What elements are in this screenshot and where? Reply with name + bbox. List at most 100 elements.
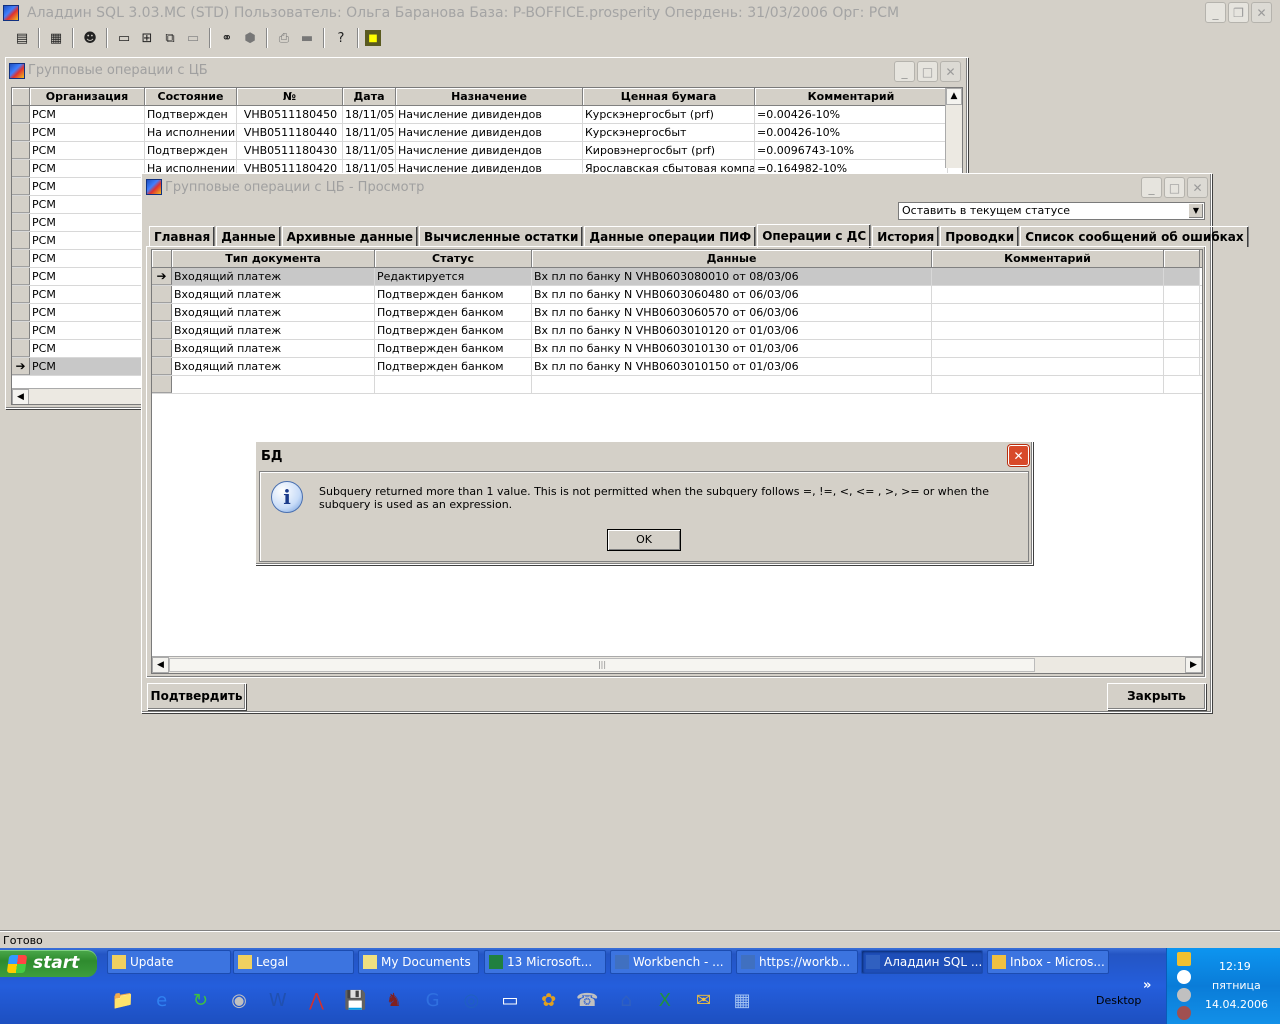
row-indicator[interactable] xyxy=(12,160,30,177)
row-indicator[interactable] xyxy=(12,250,30,267)
network-icon[interactable] xyxy=(1177,988,1191,1002)
table-row[interactable]: Входящий платеж Подтвержден банком Вх пл п… xyxy=(152,358,1202,376)
app-minimize-button[interactable]: _ xyxy=(1205,2,1226,23)
tab-6[interactable]: История xyxy=(872,226,940,247)
table-row[interactable]: РСМ На исполнении VHB0511180440 18/11/05 Нач… xyxy=(12,124,962,142)
confirm-button[interactable]: Подтвердить xyxy=(147,683,246,710)
tile-icon[interactable]: ⊞ xyxy=(137,28,157,48)
row-indicator[interactable] xyxy=(152,286,172,303)
binoculars-icon[interactable]: ⚭ xyxy=(217,28,237,48)
row-indicator[interactable] xyxy=(12,286,30,303)
clock-icon[interactable] xyxy=(1177,952,1191,966)
start-button[interactable]: start xyxy=(0,950,97,977)
excel-icon[interactable]: X xyxy=(650,984,680,1016)
scroll-up-icon[interactable]: ▲ xyxy=(946,88,962,105)
status-select[interactable]: Оставить в текущем статусе ▼ xyxy=(898,202,1205,220)
scroll-left-icon[interactable]: ◀ xyxy=(152,657,169,673)
row-indicator[interactable] xyxy=(12,196,30,213)
column-header[interactable]: Комментарий xyxy=(755,88,948,105)
row-indicator[interactable] xyxy=(152,376,172,393)
row-indicator[interactable] xyxy=(12,322,30,339)
dialog-close-icon[interactable]: ✕ xyxy=(1008,445,1029,466)
row-indicator[interactable] xyxy=(152,358,172,375)
user-search-icon[interactable]: ☻ xyxy=(80,28,100,48)
empty-row[interactable] xyxy=(152,376,1202,394)
column-header[interactable]: Назначение xyxy=(396,88,583,105)
taskbar-task-7[interactable]: Inbox - Micros... xyxy=(987,950,1109,974)
taskbar-task-2[interactable]: My Documents xyxy=(358,950,479,974)
column-header[interactable]: Дата xyxy=(343,88,396,105)
column-header[interactable]: Комментарий xyxy=(932,250,1164,267)
cascade-icon[interactable]: ⧉ xyxy=(160,28,180,48)
column-header[interactable]: Данные xyxy=(532,250,932,267)
taskbar-task-0[interactable]: Update xyxy=(107,950,231,974)
tab-0[interactable]: Главная xyxy=(149,226,216,247)
column-header[interactable]: № xyxy=(237,88,343,105)
table-row[interactable]: РСМ Подтвержден VHB0511180430 18/11/05 Начис… xyxy=(12,142,962,160)
taskbar-task-5[interactable]: https://workb... xyxy=(736,950,858,974)
outlook-icon[interactable]: ✉ xyxy=(689,984,719,1016)
table-row[interactable]: Входящий платеж Подтвержден банком Вх пл п… xyxy=(152,322,1202,340)
row-indicator[interactable] xyxy=(12,106,30,123)
chevron-right-icon[interactable]: » xyxy=(1143,978,1151,993)
app-icon[interactable]: G xyxy=(418,984,448,1016)
bg-vscroll[interactable]: ▲ xyxy=(945,88,962,168)
globe-icon[interactable]: ✿ xyxy=(534,984,564,1016)
floppy-icon[interactable]: 💾 xyxy=(340,984,370,1016)
scroll-left-icon[interactable]: ◀ xyxy=(12,389,29,404)
column-header[interactable]: Организация xyxy=(30,88,145,105)
taskbar-task-3[interactable]: 13 Microsoft... xyxy=(484,950,606,974)
tab-5[interactable]: Операции с ДС xyxy=(757,224,872,248)
ring-icon[interactable]: ◎ xyxy=(456,984,486,1016)
table-row[interactable]: Входящий платеж Подтвержден банком Вх пл п… xyxy=(152,286,1202,304)
fg-hscroll[interactable]: ◀ ||| ▶ xyxy=(152,656,1202,673)
ie-icon[interactable]: e xyxy=(147,984,177,1016)
table-row[interactable]: Входящий платеж Подтвержден банком Вх пл п… xyxy=(152,340,1202,358)
bg-close-button[interactable]: ✕ xyxy=(940,61,961,82)
network-icon[interactable]: ⌂ xyxy=(611,984,641,1016)
row-indicator[interactable] xyxy=(152,304,172,321)
row-indicator[interactable] xyxy=(12,340,30,357)
ok-button[interactable]: OK xyxy=(607,529,681,551)
row-indicator[interactable] xyxy=(12,142,30,159)
fg-minimize-button[interactable]: _ xyxy=(1141,177,1162,198)
row-indicator[interactable] xyxy=(12,232,30,249)
row-indicator[interactable] xyxy=(152,322,172,339)
tab-1[interactable]: Данные xyxy=(216,226,281,247)
row-indicator[interactable] xyxy=(12,304,30,321)
phone-icon[interactable]: ☎ xyxy=(572,984,602,1016)
arrow-right-icon[interactable]: ➔ xyxy=(12,358,30,375)
row-indicator[interactable] xyxy=(152,340,172,357)
word-icon[interactable]: W xyxy=(263,984,293,1016)
tab-2[interactable]: Архивные данные xyxy=(281,226,419,247)
arrow-right-icon[interactable]: ➔ xyxy=(152,268,172,285)
minimize-all-icon[interactable]: ▭ xyxy=(183,28,203,48)
column-header[interactable]: Тип документа xyxy=(172,250,375,267)
window-icon[interactable]: ▭ xyxy=(495,984,525,1016)
security-icon[interactable] xyxy=(1177,1006,1191,1020)
folder-icon[interactable]: ▬ xyxy=(297,28,317,48)
tab-4[interactable]: Данные операции ПИФ xyxy=(584,226,757,247)
app-restore-button[interactable]: ❐ xyxy=(1228,2,1249,23)
refresh-icon[interactable]: ↻ xyxy=(185,984,215,1016)
column-header[interactable]: Состояние xyxy=(145,88,237,105)
table-row[interactable]: Входящий платеж Подтвержден банком Вх пл п… xyxy=(152,304,1202,322)
row-indicator[interactable] xyxy=(12,124,30,141)
document-icon[interactable]: ▤ xyxy=(12,28,32,48)
window-icon[interactable]: ▭ xyxy=(114,28,134,48)
bg-minimize-button[interactable]: _ xyxy=(894,61,915,82)
taskbar-task-1[interactable]: Legal xyxy=(233,950,354,974)
fg-close-button[interactable]: ✕ xyxy=(1187,177,1208,198)
tab-8[interactable]: Список сообщений об ошибках xyxy=(1020,226,1249,247)
fg-maximize-button[interactable]: □ xyxy=(1164,177,1185,198)
scroll-thumb[interactable]: ||| xyxy=(169,658,1035,672)
row-indicator[interactable] xyxy=(12,268,30,285)
update-icon[interactable] xyxy=(1177,970,1191,984)
taskbar-task-4[interactable]: Workbench - ... xyxy=(610,950,732,974)
desktop-toolbar-label[interactable]: Desktop xyxy=(1096,994,1141,1007)
table-row[interactable]: РСМ Подтвержден VHB0511180450 18/11/05 Начис… xyxy=(12,106,962,124)
row-indicator[interactable] xyxy=(12,178,30,195)
close-button[interactable]: Закрыть xyxy=(1107,683,1206,710)
chevron-down-icon[interactable]: ▼ xyxy=(1188,203,1204,219)
printer-icon[interactable]: ⎙ xyxy=(274,28,294,48)
